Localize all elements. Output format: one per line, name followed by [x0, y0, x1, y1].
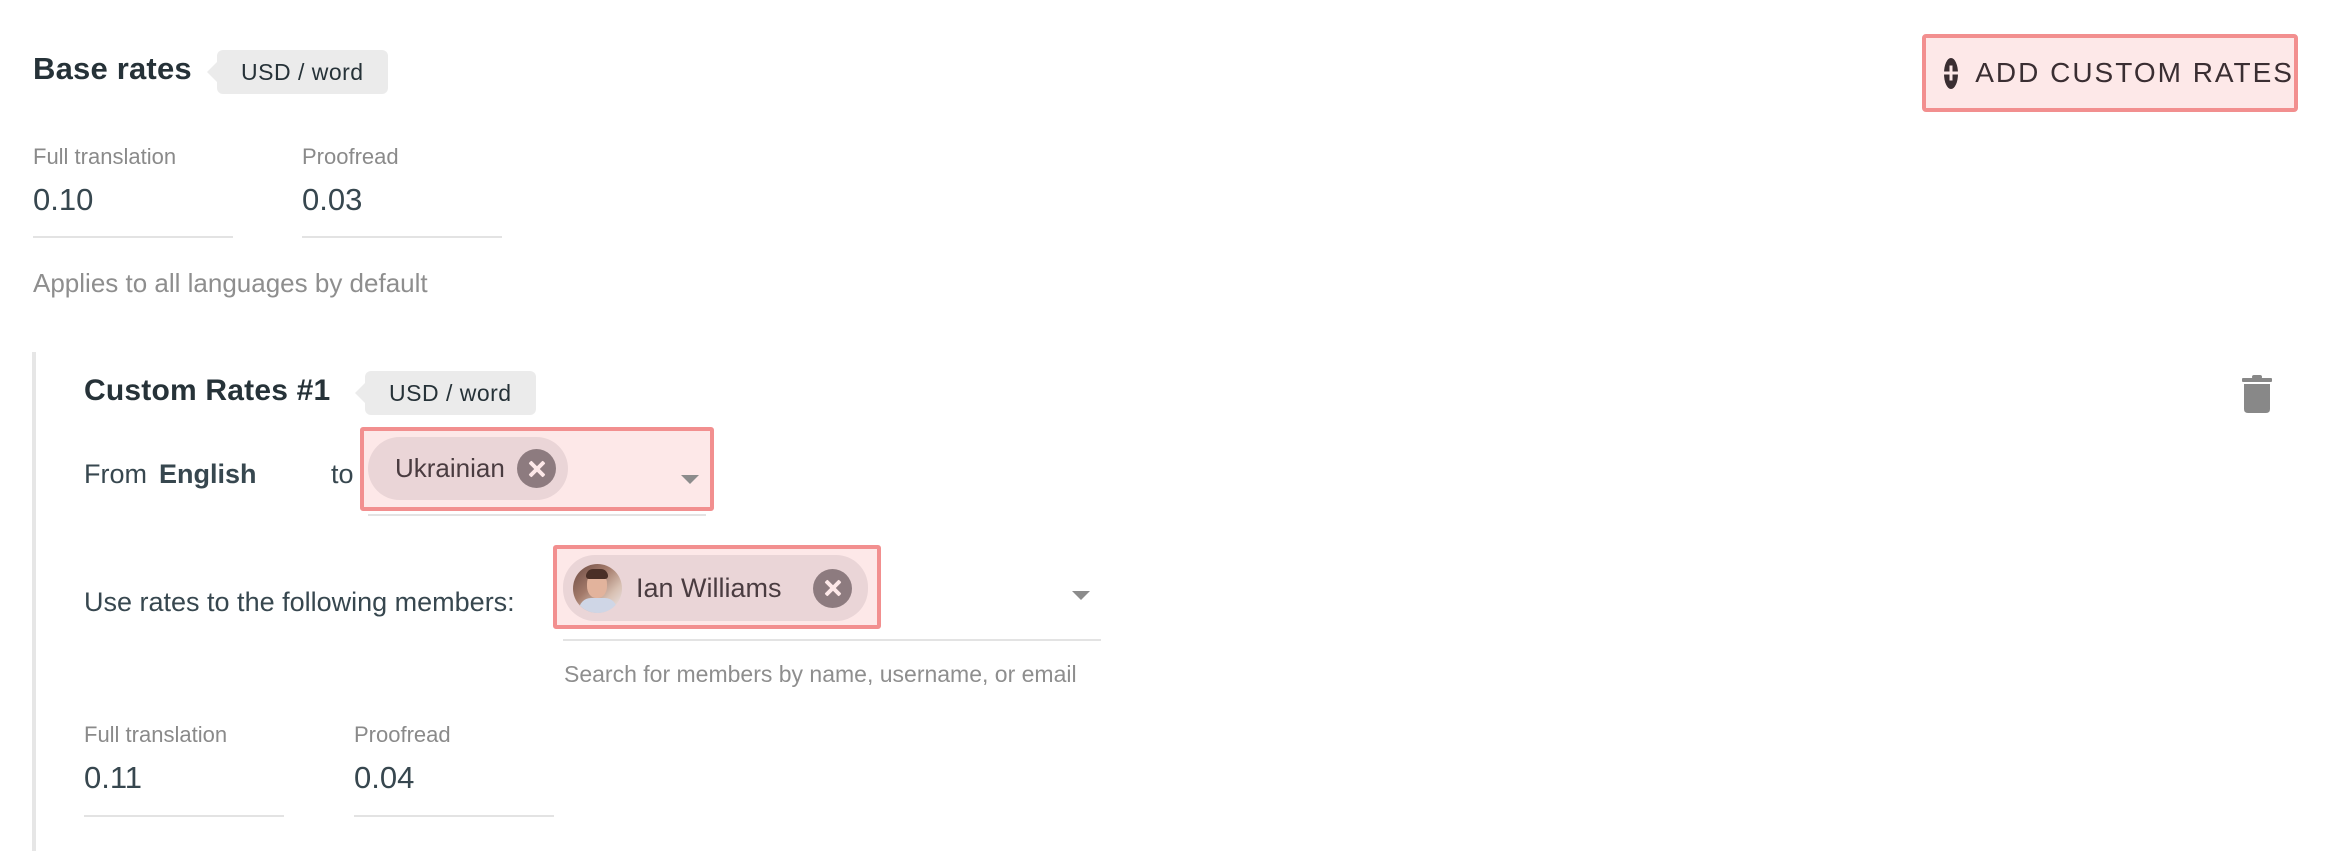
base-rates-unit-badge: USD / word — [207, 50, 388, 94]
from-label: From — [84, 459, 147, 489]
base-rates-hint: Applies to all languages by default — [33, 268, 428, 298]
custom-rates-title: Custom Rates #1 — [84, 374, 331, 407]
trash-icon[interactable] — [2242, 375, 2272, 413]
source-language: English — [159, 459, 257, 489]
members-dropdown-arrow-icon[interactable] — [1072, 591, 1090, 600]
custom-rates-section-border — [32, 352, 36, 851]
members-search-input[interactable] — [563, 560, 1101, 640]
language-dropdown-arrow-icon[interactable] — [681, 475, 699, 484]
members-input-underline — [563, 639, 1101, 641]
members-helper-text: Search for members by name, username, or… — [564, 661, 1077, 687]
custom-rates-unit-badge: USD / word — [355, 371, 536, 415]
base-proofread-input[interactable]: 0.03 — [302, 182, 362, 218]
add-custom-rates-button[interactable]: ADD CUSTOM RATES — [1922, 34, 2298, 112]
remove-language-icon[interactable] — [517, 449, 556, 488]
base-proofread-underline — [302, 236, 502, 238]
base-rates-title: Base rates — [33, 51, 192, 86]
custom-proofread-label: Proofread — [354, 722, 451, 747]
base-full-translation-input[interactable]: 0.10 — [33, 182, 93, 218]
custom-full-translation-input[interactable]: 0.11 — [84, 760, 142, 796]
language-select-underline — [368, 514, 706, 516]
base-proofread-label: Proofread — [302, 144, 399, 169]
custom-full-translation-underline — [84, 815, 284, 817]
base-full-translation-underline — [33, 236, 233, 238]
target-language-chip-label: Ukrainian — [395, 453, 505, 483]
custom-proofread-input[interactable]: 0.04 — [354, 760, 414, 796]
add-custom-rates-label: ADD CUSTOM RATES — [1975, 57, 2294, 88]
custom-proofread-underline — [354, 815, 554, 817]
target-language-chip: Ukrainian — [368, 437, 568, 500]
target-language-select[interactable]: Ukrainian — [360, 427, 714, 511]
custom-full-translation-label: Full translation — [84, 722, 228, 747]
base-full-translation-label: Full translation — [33, 144, 177, 169]
plus-circle-icon — [1944, 57, 1959, 89]
to-label: to — [331, 459, 354, 489]
members-label: Use rates to the following members: — [84, 587, 515, 617]
